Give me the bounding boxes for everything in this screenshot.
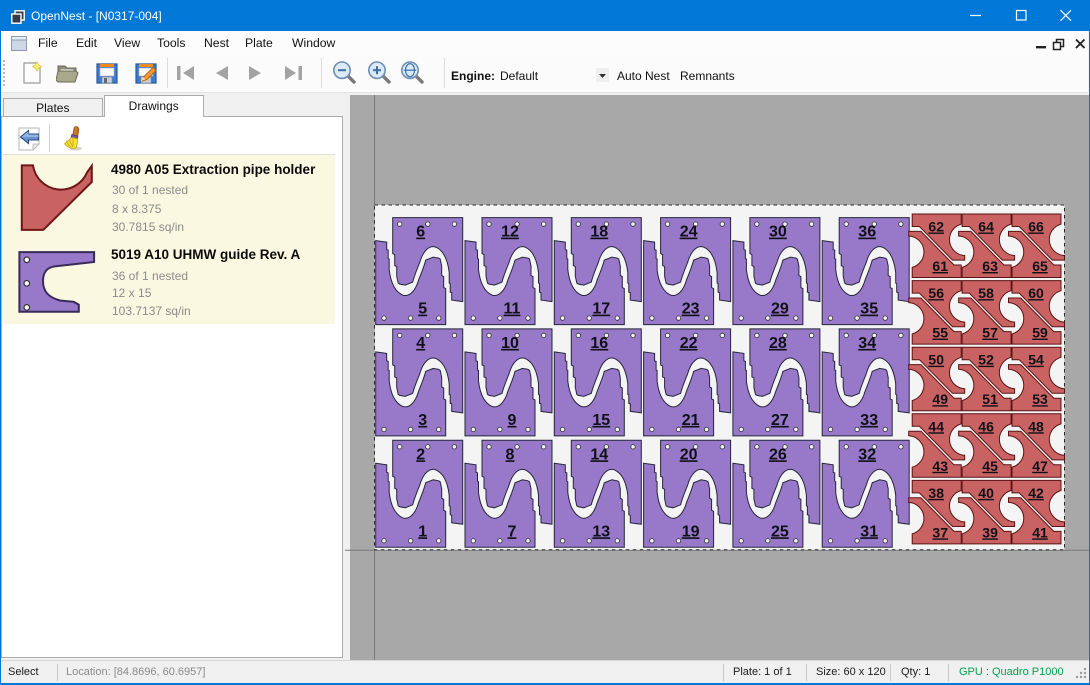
svg-text:45: 45 [982,458,998,474]
svg-text:26: 26 [769,446,787,463]
svg-text:61: 61 [932,258,948,274]
svg-text:30: 30 [769,224,787,241]
svg-text:17: 17 [592,301,610,318]
svg-text:15: 15 [592,412,610,429]
svg-text:10: 10 [501,335,519,352]
svg-text:33: 33 [860,412,878,429]
svg-text:3: 3 [418,412,427,429]
svg-text:51: 51 [982,391,998,407]
svg-text:42: 42 [1028,485,1044,501]
svg-text:54: 54 [1028,352,1044,368]
svg-text:4: 4 [416,335,425,352]
svg-text:28: 28 [769,335,787,352]
svg-text:39: 39 [982,524,998,540]
svg-text:36: 36 [858,224,876,241]
svg-text:24: 24 [680,224,698,241]
svg-text:16: 16 [590,335,608,352]
svg-text:27: 27 [771,412,789,429]
svg-text:66: 66 [1028,219,1044,235]
svg-text:14: 14 [590,446,608,463]
svg-text:1: 1 [418,523,427,540]
svg-text:50: 50 [928,352,944,368]
svg-text:38: 38 [928,485,944,501]
svg-text:8: 8 [506,446,515,463]
svg-text:60: 60 [1028,285,1044,301]
svg-text:58: 58 [978,285,994,301]
svg-text:48: 48 [1028,418,1044,434]
svg-text:18: 18 [590,224,608,241]
svg-text:32: 32 [858,446,876,463]
svg-text:62: 62 [928,219,944,235]
svg-text:11: 11 [504,301,521,318]
svg-text:64: 64 [978,219,994,235]
svg-text:20: 20 [680,446,698,463]
svg-text:12: 12 [501,224,519,241]
svg-text:13: 13 [592,523,610,540]
svg-text:25: 25 [771,523,789,540]
svg-text:63: 63 [982,258,998,274]
svg-text:5: 5 [418,301,427,318]
svg-text:34: 34 [858,335,876,352]
svg-text:65: 65 [1032,258,1048,274]
svg-text:59: 59 [1032,325,1048,341]
svg-text:57: 57 [982,325,998,341]
svg-text:43: 43 [932,458,948,474]
svg-text:31: 31 [860,523,878,540]
svg-text:22: 22 [680,335,698,352]
svg-text:56: 56 [928,285,944,301]
svg-text:40: 40 [978,485,994,501]
svg-text:19: 19 [682,523,700,540]
svg-text:44: 44 [928,418,944,434]
svg-text:9: 9 [508,412,517,429]
svg-text:29: 29 [771,301,789,318]
svg-text:2: 2 [416,446,425,463]
svg-text:46: 46 [978,418,994,434]
svg-text:53: 53 [1032,391,1048,407]
svg-text:6: 6 [416,224,425,241]
svg-text:41: 41 [1032,524,1048,540]
svg-text:37: 37 [932,524,948,540]
svg-text:35: 35 [860,301,878,318]
svg-text:49: 49 [932,391,948,407]
svg-text:23: 23 [682,301,700,318]
svg-text:47: 47 [1032,458,1048,474]
svg-text:52: 52 [978,352,994,368]
svg-text:55: 55 [932,325,948,341]
svg-text:7: 7 [508,523,517,540]
svg-text:21: 21 [682,412,700,429]
